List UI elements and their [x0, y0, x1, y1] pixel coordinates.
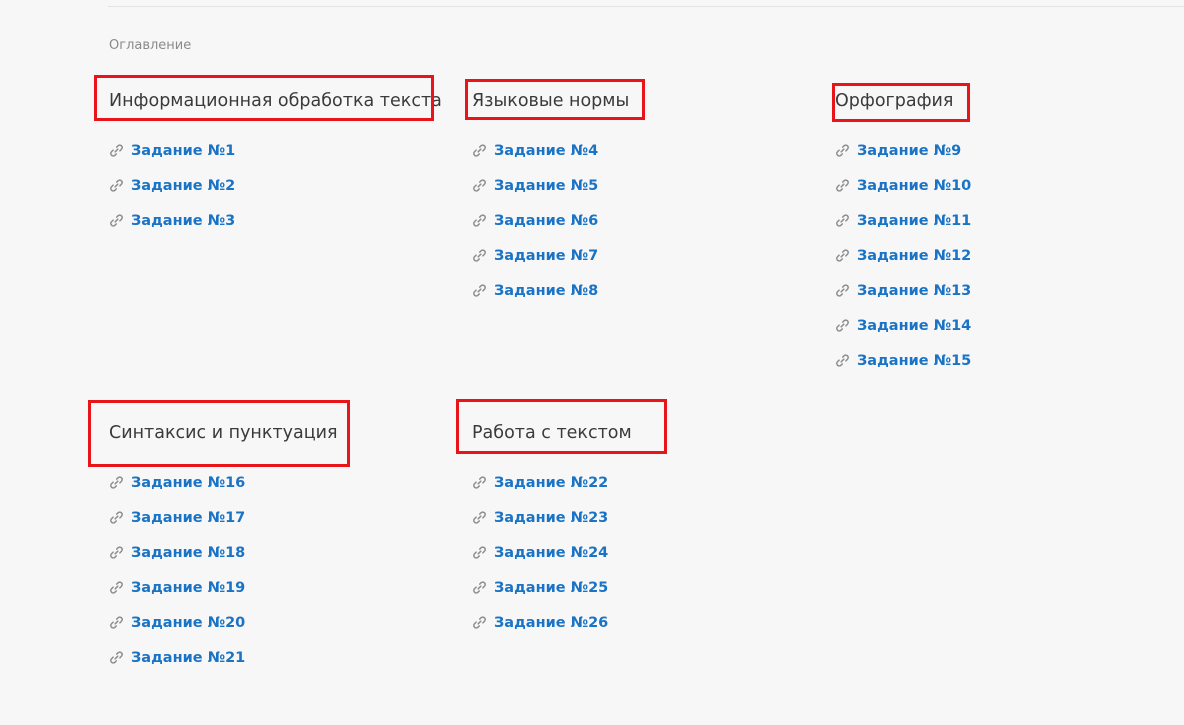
highlight-box-section-1	[465, 79, 645, 120]
list-item: Задание №10	[835, 168, 971, 203]
task-link[interactable]: Задание №7	[494, 248, 598, 264]
task-link[interactable]: Задание №1	[131, 143, 235, 159]
list-item: Задание №26	[472, 605, 632, 640]
list-item: Задание №21	[109, 640, 338, 675]
list-item: Задание №3	[109, 203, 442, 238]
link-chain-icon	[109, 143, 124, 158]
list-item: Задание №14	[835, 308, 971, 343]
highlight-box-section-0	[94, 75, 434, 121]
toc-title: Оглавление	[109, 38, 192, 53]
list-item: Задание №13	[835, 273, 971, 308]
link-list: Задание №1 Задание №2 Задание №3	[109, 133, 442, 238]
link-list: Задание №9 Задание №10 Задание №11 Задание …	[835, 133, 971, 378]
list-item: Задание №20	[109, 605, 338, 640]
task-link[interactable]: Задание №18	[131, 545, 245, 561]
link-chain-icon	[835, 248, 850, 263]
toc-section-1: Языковые нормы Задание №4 Задание №5 Задан…	[472, 89, 629, 308]
task-link[interactable]: Задание №25	[494, 580, 608, 596]
link-chain-icon	[835, 353, 850, 368]
list-item: Задание №24	[472, 535, 632, 570]
task-link[interactable]: Задание №21	[131, 650, 245, 666]
task-link[interactable]: Задание №24	[494, 545, 608, 561]
link-chain-icon	[472, 248, 487, 263]
task-link[interactable]: Задание №3	[131, 213, 235, 229]
list-item: Задание №6	[472, 203, 629, 238]
list-item: Задание №7	[472, 238, 629, 273]
list-item: Задание №18	[109, 535, 338, 570]
link-chain-icon	[472, 510, 487, 525]
task-link[interactable]: Задание №26	[494, 615, 608, 631]
toc-section-2: Орфография Задание №9 Задание №10 Задание …	[835, 89, 971, 378]
link-chain-icon	[472, 178, 487, 193]
link-chain-icon	[109, 475, 124, 490]
task-link[interactable]: Задание №23	[494, 510, 608, 526]
link-chain-icon	[472, 615, 487, 630]
task-link[interactable]: Задание №19	[131, 580, 245, 596]
task-link[interactable]: Задание №2	[131, 178, 235, 194]
link-list: Задание №22 Задание №23 Задание №24 Задание…	[472, 465, 632, 640]
link-chain-icon	[835, 318, 850, 333]
link-chain-icon	[109, 510, 124, 525]
link-chain-icon	[109, 580, 124, 595]
task-link[interactable]: Задание №11	[857, 213, 971, 229]
task-link[interactable]: Задание №13	[857, 283, 971, 299]
link-chain-icon	[109, 545, 124, 560]
task-link[interactable]: Задание №5	[494, 178, 598, 194]
link-chain-icon	[835, 143, 850, 158]
list-item: Задание №12	[835, 238, 971, 273]
link-chain-icon	[835, 283, 850, 298]
task-link[interactable]: Задание №22	[494, 475, 608, 491]
list-item: Задание №23	[472, 500, 632, 535]
task-link[interactable]: Задание №10	[857, 178, 971, 194]
task-link[interactable]: Задание №15	[857, 353, 971, 369]
list-item: Задание №2	[109, 168, 442, 203]
link-chain-icon	[472, 475, 487, 490]
link-chain-icon	[472, 580, 487, 595]
task-link[interactable]: Задание №17	[131, 510, 245, 526]
highlight-box-section-3	[88, 400, 350, 467]
link-chain-icon	[472, 143, 487, 158]
link-chain-icon	[109, 178, 124, 193]
task-link[interactable]: Задание №8	[494, 283, 598, 299]
link-chain-icon	[472, 283, 487, 298]
link-chain-icon	[835, 178, 850, 193]
link-chain-icon	[472, 545, 487, 560]
list-item: Задание №25	[472, 570, 632, 605]
list-item: Задание №19	[109, 570, 338, 605]
task-link[interactable]: Задание №12	[857, 248, 971, 264]
task-link[interactable]: Задание №4	[494, 143, 598, 159]
link-chain-icon	[835, 213, 850, 228]
task-link[interactable]: Задание №6	[494, 213, 598, 229]
link-chain-icon	[109, 650, 124, 665]
list-item: Задание №4	[472, 133, 629, 168]
task-link[interactable]: Задание №9	[857, 143, 961, 159]
list-item: Задание №22	[472, 465, 632, 500]
list-item: Задание №5	[472, 168, 629, 203]
highlight-box-section-4	[456, 399, 667, 454]
link-list: Задание №4 Задание №5 Задание №6 Задание №7…	[472, 133, 629, 308]
list-item: Задание №9	[835, 133, 971, 168]
link-chain-icon	[472, 213, 487, 228]
list-item: Задание №8	[472, 273, 629, 308]
task-link[interactable]: Задание №16	[131, 475, 245, 491]
list-item: Задание №1	[109, 133, 442, 168]
top-divider	[108, 6, 1184, 7]
link-chain-icon	[109, 615, 124, 630]
list-item: Задание №17	[109, 500, 338, 535]
highlight-box-section-2	[832, 83, 970, 122]
task-link[interactable]: Задание №20	[131, 615, 245, 631]
list-item: Задание №15	[835, 343, 971, 378]
list-item: Задание №16	[109, 465, 338, 500]
task-link[interactable]: Задание №14	[857, 318, 971, 334]
list-item: Задание №11	[835, 203, 971, 238]
link-chain-icon	[109, 213, 124, 228]
link-list: Задание №16 Задание №17 Задание №18 Задание…	[109, 465, 338, 675]
